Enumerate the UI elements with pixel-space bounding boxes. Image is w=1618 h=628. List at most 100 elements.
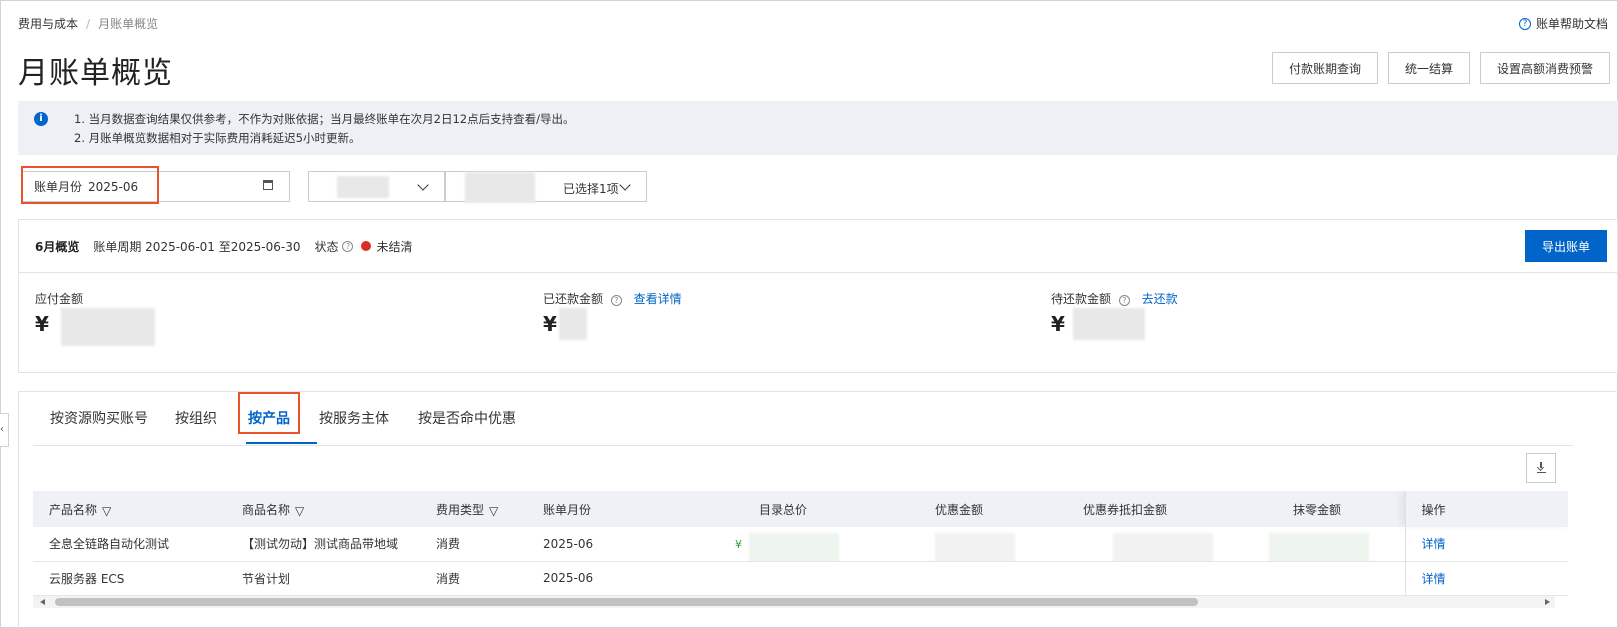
- paid-amount: 已还款金额 ? 查看详情 ¥: [543, 290, 682, 340]
- cell-fee-type: 消费: [420, 527, 527, 562]
- col-bill-month: 账单月份: [543, 502, 592, 517]
- redacted-value: [559, 308, 587, 340]
- pending-value: ¥: [1051, 312, 1065, 336]
- notice-banner: i 1. 当月数据查询结果仅供参考，不作为对账依据；当月最终账单在次月2日12点…: [18, 101, 1618, 155]
- detail-link[interactable]: 详情: [1404, 561, 1568, 596]
- question-icon[interactable]: ?: [1118, 295, 1130, 306]
- filter-icon[interactable]: ▽: [102, 504, 111, 518]
- highlight-box-month: [21, 166, 159, 204]
- paid-value: ¥: [543, 312, 557, 336]
- download-button[interactable]: [1526, 453, 1556, 483]
- help-doc-label: 账单帮助文档: [1535, 17, 1608, 31]
- payment-period-query-button[interactable]: 付款账期查询: [1271, 52, 1378, 84]
- redacted-value: [749, 533, 839, 560]
- col-actions: 操作: [1404, 491, 1568, 527]
- unified-settlement-button[interactable]: 统一结算: [1387, 52, 1470, 84]
- cell-commodity: 节省计划: [226, 561, 420, 596]
- col-commodity-name: 商品名称 ▽: [242, 502, 305, 518]
- tab-by-discount-hit[interactable]: 按是否命中优惠: [418, 408, 516, 428]
- breadcrumb-root[interactable]: 费用与成本: [18, 15, 78, 32]
- multi-select-text: 已选择1项: [563, 182, 619, 196]
- cell-list-price: [719, 561, 895, 596]
- horizontal-scrollbar[interactable]: [33, 596, 1555, 608]
- table-row: 全息全链路自动化测试 【测试勿动】测试商品带地域 消费 2025-06 ¥ 详情: [33, 527, 1568, 562]
- currency-symbol: ¥: [735, 537, 742, 551]
- cell-product: 全息全链路自动化测试: [33, 527, 226, 562]
- filter-icon[interactable]: ▽: [489, 504, 498, 518]
- product-table: 产品名称 ▽ 商品名称 ▽ 费用类型 ▽ 账单月份 目录总价 优惠金额 优惠券抵扣金额…: [33, 491, 1568, 596]
- question-icon[interactable]: ?: [610, 295, 622, 306]
- scroll-left-icon[interactable]: [40, 599, 45, 605]
- currency-symbol: ¥: [543, 312, 557, 336]
- repay-link[interactable]: 去还款: [1142, 292, 1178, 306]
- status-label: 状态: [314, 239, 339, 254]
- active-tab-indicator: [246, 442, 317, 444]
- cell-fee-type: 消费: [420, 561, 527, 596]
- pending-amount: 待还款金额 ? 去还款 ¥: [1051, 290, 1178, 340]
- scrollbar-thumb[interactable]: [55, 598, 1198, 606]
- export-bill-button[interactable]: 导出账单: [1524, 230, 1607, 262]
- redacted-value: [465, 172, 535, 203]
- tab-by-service-entity[interactable]: 按服务主体: [319, 408, 389, 428]
- detail-link[interactable]: 详情: [1404, 527, 1568, 562]
- overview-header: 6月概览 账单周期 2025-06-01 至2025-06-30 状态 ? 未结…: [19, 220, 1617, 273]
- calendar-icon: [263, 180, 273, 190]
- download-icon: [1537, 462, 1546, 473]
- cell-commodity: 【测试勿动】测试商品带地域: [226, 527, 420, 562]
- cell-rounding: [1253, 527, 1405, 562]
- chevron-down-icon: [417, 179, 429, 191]
- tab-by-purchase-account[interactable]: 按资源购买账号: [50, 408, 148, 428]
- redacted-value: [1269, 533, 1369, 560]
- status-value: 未结清: [376, 239, 413, 254]
- col-product-name: 产品名称 ▽: [49, 502, 112, 518]
- currency-symbol: ¥: [1051, 312, 1065, 336]
- notice-line-1: 1. 当月数据查询结果仅供参考，不作为对账依据；当月最终账单在次月2日12点后支…: [74, 112, 575, 126]
- page-title: 月账单概览: [18, 56, 173, 91]
- cell-month: 2025-06: [527, 527, 719, 562]
- paid-label: 已还款金额: [543, 292, 604, 306]
- chevron-down-icon: [619, 179, 631, 191]
- cell-discount: [895, 527, 1043, 562]
- multi-select[interactable]: 已选择1项: [444, 171, 647, 203]
- top-actions: 付款账期查询 统一结算 设置高额消费预警: [1271, 52, 1610, 84]
- redacted-value: [1073, 308, 1145, 340]
- help-icon: ?: [1518, 17, 1531, 30]
- help-doc-link[interactable]: ? 账单帮助文档: [1518, 15, 1608, 32]
- col-coupon-deduction: 优惠券抵扣金额: [1083, 502, 1168, 517]
- table-header-row: 产品名称 ▽ 商品名称 ▽ 费用类型 ▽ 账单月份 目录总价 优惠金额 优惠券抵扣金额…: [33, 491, 1568, 527]
- info-icon: i: [34, 112, 48, 126]
- status-dot-icon: [361, 241, 372, 251]
- col-fee-type: 费用类型 ▽: [436, 502, 499, 518]
- redacted-value: [935, 533, 1015, 560]
- scroll-right-icon[interactable]: [1545, 599, 1550, 605]
- cell-coupon: [1043, 527, 1253, 562]
- account-select[interactable]: [308, 171, 446, 202]
- cell-product: 云服务器 ECS: [33, 561, 226, 596]
- highlight-box-tab: [238, 392, 300, 434]
- cell-discount: [895, 561, 1043, 596]
- col-rounding: 抹零金额: [1293, 502, 1342, 517]
- tab-by-organization[interactable]: 按组织: [175, 408, 217, 428]
- view-details-link[interactable]: 查看详情: [634, 292, 682, 306]
- overview-card: 6月概览 账单周期 2025-06-01 至2025-06-30 状态 ? 未结…: [18, 219, 1618, 373]
- filter-icon[interactable]: ▽: [295, 504, 304, 518]
- cell-rounding: [1253, 561, 1405, 596]
- sidebar-collapse-handle[interactable]: ‹: [0, 413, 9, 447]
- redacted-value: [337, 176, 389, 198]
- breadcrumb-current: 月账单概览: [98, 17, 159, 31]
- cell-list-price: ¥: [719, 527, 895, 562]
- pending-label: 待还款金额: [1051, 292, 1112, 306]
- high-spend-alert-button[interactable]: 设置高额消费预警: [1479, 52, 1610, 84]
- table-row: 云服务器 ECS 节省计划 消费 2025-06 详情: [33, 561, 1568, 596]
- overview-month: 6月概览: [35, 239, 80, 254]
- notice-line-2: 2. 月账单概览数据相对于实际费用消耗延迟5小时更新。: [74, 131, 361, 145]
- col-discount: 优惠金额: [935, 502, 984, 517]
- cell-month: 2025-06: [527, 561, 719, 596]
- question-icon[interactable]: ?: [342, 240, 354, 252]
- cell-coupon: [1043, 561, 1253, 596]
- payable-amount: 应付金额 ¥: [35, 290, 155, 346]
- breadcrumb-separator: /: [86, 16, 91, 31]
- col-list-price: 目录总价: [759, 502, 808, 517]
- payable-value: ¥: [35, 312, 49, 336]
- bill-period: 账单周期 2025-06-01 至2025-06-30: [93, 239, 301, 254]
